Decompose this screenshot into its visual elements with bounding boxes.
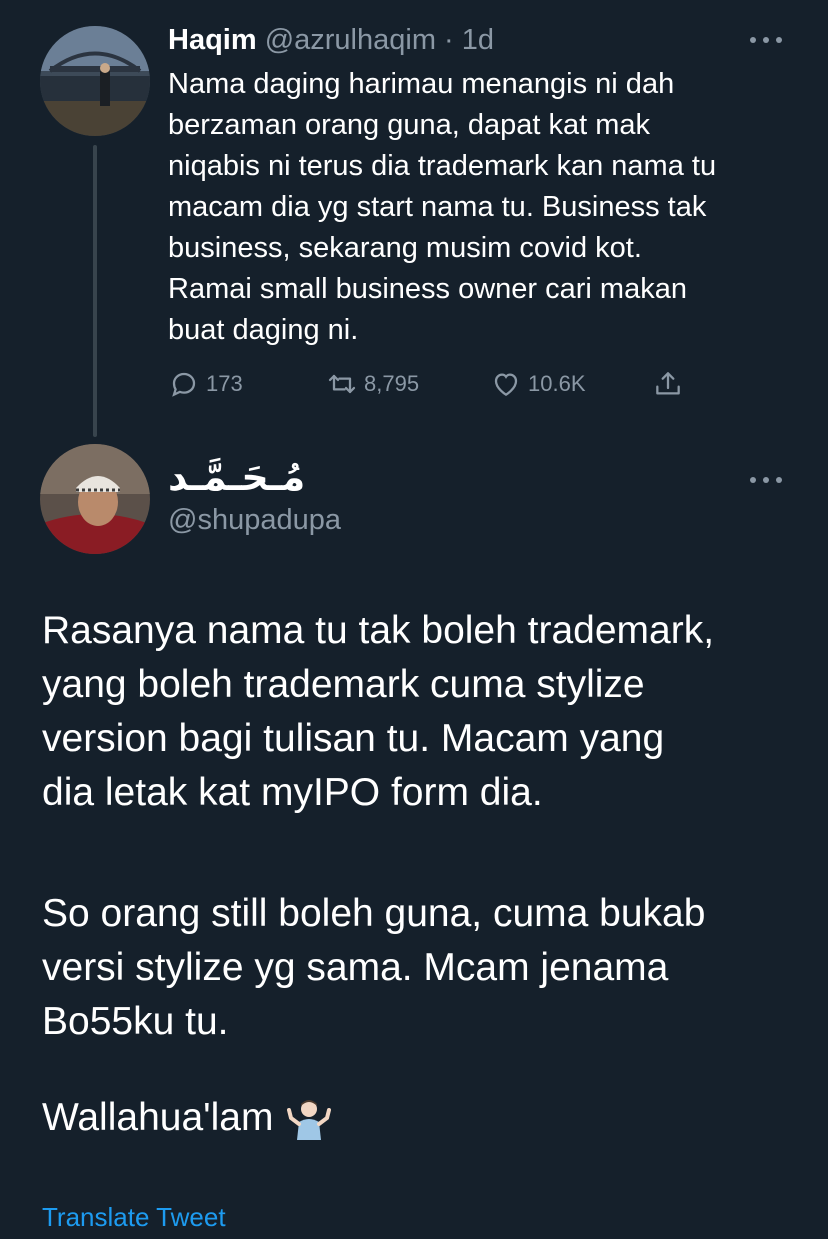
separator-dot: · bbox=[444, 24, 454, 56]
author-name[interactable]: مُـحَـمَّـد bbox=[168, 455, 305, 500]
like-button[interactable]: 10.6K bbox=[490, 364, 586, 404]
tweet-time[interactable]: 1d bbox=[462, 24, 494, 56]
reply-button[interactable]: 173 bbox=[168, 364, 243, 404]
retweet-button[interactable]: 8,795 bbox=[326, 364, 419, 404]
more-options-icon[interactable] bbox=[750, 470, 782, 490]
thread-connector-line bbox=[93, 145, 97, 437]
more-options-icon[interactable] bbox=[750, 30, 782, 50]
like-count: 10.6K bbox=[528, 371, 586, 396]
author-handle[interactable]: @azrulhaqim bbox=[265, 24, 436, 56]
share-button[interactable] bbox=[652, 364, 690, 404]
author-handle[interactable]: @shupadupa bbox=[168, 502, 341, 538]
person-shrugging-icon bbox=[287, 1096, 332, 1140]
tweet-paragraph-last: Wallahua'lam bbox=[42, 1091, 332, 1145]
avatar-shupadupa[interactable] bbox=[40, 444, 150, 554]
tweet-paragraph: So orang still boleh guna, cuma bukab ve… bbox=[42, 892, 706, 1043]
tweet-paragraph: Wallahua'lam bbox=[42, 1096, 274, 1139]
retweet-icon bbox=[328, 374, 356, 394]
avatar-haqim[interactable] bbox=[40, 26, 150, 136]
share-icon bbox=[656, 372, 680, 395]
tweet1-text: Nama daging harimau menangis ni dah berz… bbox=[168, 68, 717, 346]
retweet-count: 8,795 bbox=[364, 371, 420, 396]
reply-icon bbox=[172, 372, 196, 397]
author-name[interactable]: Haqim bbox=[168, 24, 257, 56]
reply-count: 173 bbox=[206, 371, 243, 396]
tweet-paragraph: Rasanya nama tu tak boleh trademark, yan… bbox=[42, 609, 715, 814]
tweet1-header: Haqim @azrulhaqim · 1d bbox=[168, 22, 494, 58]
heart-icon bbox=[494, 373, 518, 396]
translate-tweet-link[interactable]: Translate Tweet bbox=[42, 1200, 226, 1234]
tweet1-actions: 173 8,795 10.6K bbox=[168, 364, 688, 404]
